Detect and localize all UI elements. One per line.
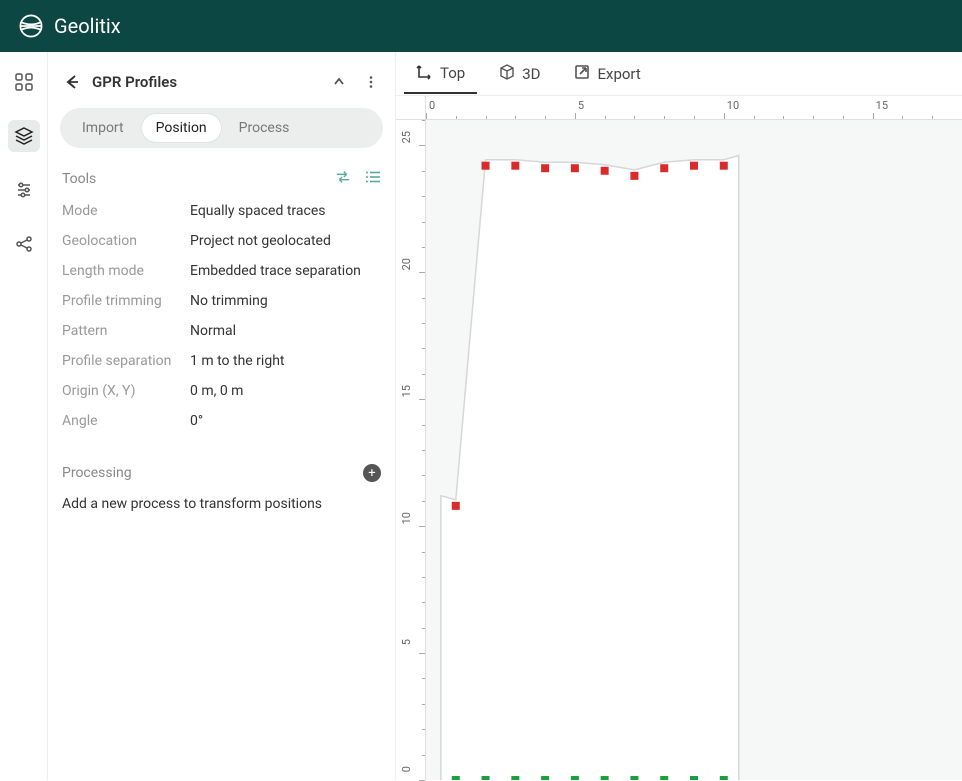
properties-list: ModeEqually spaced tracesGeolocationProj… xyxy=(60,196,383,436)
more-menu-button[interactable] xyxy=(359,70,383,94)
list-icon[interactable] xyxy=(365,170,381,188)
swap-icon[interactable] xyxy=(335,170,351,188)
collapse-button[interactable] xyxy=(327,70,351,94)
view-tab-export[interactable]: Export xyxy=(562,56,652,92)
property-value: Equally spaced traces xyxy=(190,203,326,219)
sidebar-tabs: ImportPositionProcess xyxy=(60,108,383,148)
view-tab-top[interactable]: Top xyxy=(404,55,477,94)
canvas[interactable]: 051015 0510152025 xyxy=(396,96,962,780)
sidebar-tab-position[interactable]: Position xyxy=(142,114,221,142)
left-rail xyxy=(0,52,48,780)
view-tabs: Top 3D Export xyxy=(396,52,962,96)
property-value: Normal xyxy=(190,323,236,339)
topbar: Geolitix xyxy=(0,0,962,52)
property-value: 1 m to the right xyxy=(190,353,284,369)
property-value: 0° xyxy=(190,413,203,429)
brand-icon xyxy=(18,13,44,39)
processing-hint: Add a new process to transform positions xyxy=(60,486,383,522)
property-key: Length mode xyxy=(62,263,190,279)
axes-icon xyxy=(416,63,433,84)
rail-apps-icon[interactable] xyxy=(8,66,40,98)
sidebar-title: GPR Profiles xyxy=(92,73,319,91)
rail-layers-icon[interactable] xyxy=(8,120,40,152)
add-process-button[interactable]: + xyxy=(363,464,381,482)
brand-logo: Geolitix xyxy=(18,13,121,39)
property-row[interactable]: PatternNormal xyxy=(60,316,383,346)
cube-icon xyxy=(499,64,515,84)
property-value: Project not geolocated xyxy=(190,233,331,249)
back-button[interactable] xyxy=(60,70,84,94)
main-area: Top 3D Export 051015 0510152025 xyxy=(396,52,962,780)
ruler-vertical: 0510152025 xyxy=(396,120,426,780)
property-value: No trimming xyxy=(190,293,268,309)
property-key: Geolocation xyxy=(62,233,190,249)
ruler-corner xyxy=(396,96,426,120)
plot-area[interactable] xyxy=(426,120,962,780)
property-row[interactable]: Profile separation1 m to the right xyxy=(60,346,383,376)
view-tab-label: 3D xyxy=(522,65,540,83)
sidebar: GPR Profiles ImportPositionProcess Tools… xyxy=(48,52,396,780)
property-row[interactable]: ModeEqually spaced traces xyxy=(60,196,383,226)
property-row[interactable]: Profile trimmingNo trimming xyxy=(60,286,383,316)
property-key: Profile separation xyxy=(62,353,190,369)
property-key: Pattern xyxy=(62,323,190,339)
property-key: Origin (X, Y) xyxy=(62,383,190,399)
rail-share-icon[interactable] xyxy=(8,228,40,260)
property-row[interactable]: Angle0° xyxy=(60,406,383,436)
property-key: Angle xyxy=(62,413,190,429)
export-icon xyxy=(574,64,590,84)
sidebar-tab-process[interactable]: Process xyxy=(225,114,304,142)
view-tab-label: Top xyxy=(440,64,465,82)
processing-section-label: Processing xyxy=(62,465,132,481)
property-key: Mode xyxy=(62,203,190,219)
sidebar-tab-import[interactable]: Import xyxy=(68,114,138,142)
property-row[interactable]: Length modeEmbedded trace separation xyxy=(60,256,383,286)
property-key: Profile trimming xyxy=(62,293,190,309)
brand-name: Geolitix xyxy=(54,14,121,38)
ruler-horizontal: 051015 xyxy=(426,96,962,120)
property-value: 0 m, 0 m xyxy=(190,383,243,399)
view-tab-label: Export xyxy=(597,65,640,83)
tools-section-label: Tools xyxy=(62,171,96,187)
property-row[interactable]: GeolocationProject not geolocated xyxy=(60,226,383,256)
rail-sliders-icon[interactable] xyxy=(8,174,40,206)
property-row[interactable]: Origin (X, Y)0 m, 0 m xyxy=(60,376,383,406)
view-tab-3d[interactable]: 3D xyxy=(487,56,552,92)
property-value: Embedded trace separation xyxy=(190,263,361,279)
